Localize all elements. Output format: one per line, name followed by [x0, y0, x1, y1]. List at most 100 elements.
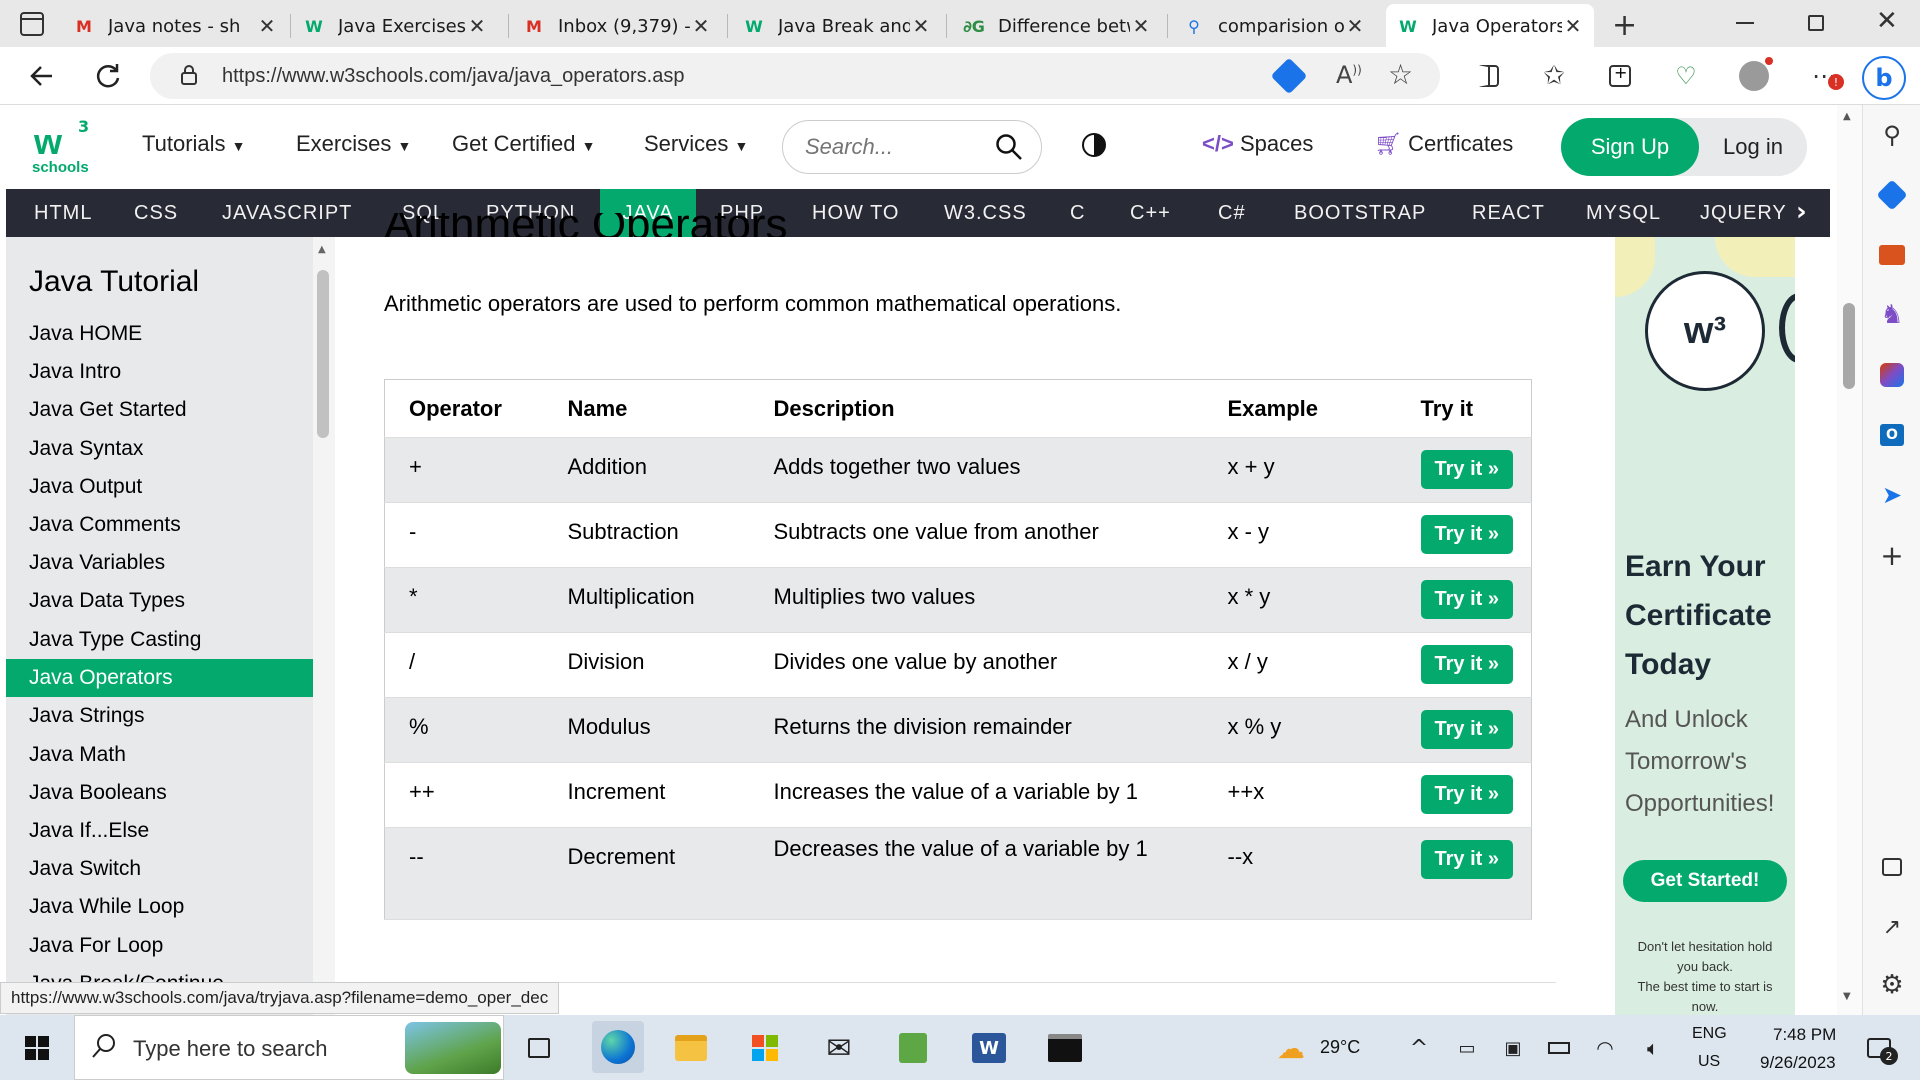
close-window-icon[interactable]: ✕	[1876, 6, 1898, 36]
dark-mode-icon[interactable]	[1082, 133, 1106, 157]
tab-java-notes[interactable]: M Java notes - sh ✕	[62, 6, 288, 46]
topic-javascript[interactable]: JAVASCRIPT	[198, 189, 376, 237]
exercises-menu[interactable]: Exercises ▼	[296, 131, 411, 157]
volume-icon[interactable]: 🔈︎	[1632, 1027, 1674, 1069]
tab-actions-icon[interactable]	[20, 12, 44, 36]
collections-icon[interactable]: +	[1600, 56, 1640, 96]
close-tab-icon[interactable]: ✕	[690, 14, 712, 38]
tab-inbox[interactable]: M Inbox (9,379) - ✕	[512, 6, 722, 46]
tutorials-menu[interactable]: Tutorials ▼	[142, 131, 246, 157]
topic-bootstrap[interactable]: BOOTSTRAP	[1270, 189, 1450, 237]
file-explorer-icon[interactable]	[670, 1027, 712, 1069]
task-view-icon[interactable]	[518, 1027, 560, 1069]
send-icon[interactable]: ➤	[1876, 479, 1908, 511]
topic-w3css[interactable]: W3.CSS	[920, 189, 1051, 237]
sidebar-item-java-booleans[interactable]: Java Booleans	[6, 774, 313, 812]
sidebar-item-java-data-types[interactable]: Java Data Types	[6, 582, 313, 620]
shopping-tag-icon[interactable]	[1876, 179, 1908, 211]
windows-start-icon[interactable]	[16, 1027, 58, 1069]
sidebar-item-java-math[interactable]: Java Math	[6, 736, 313, 774]
try-it-button[interactable]: Try it »	[1420, 645, 1513, 684]
topic-csharp[interactable]: C#	[1194, 189, 1270, 237]
try-it-button[interactable]: Try it »	[1420, 710, 1513, 749]
sidebar-item-java-while-loop[interactable]: Java While Loop	[6, 888, 313, 926]
input-region[interactable]: US	[1698, 1053, 1720, 1071]
clock-time[interactable]: 7:48 PM	[1773, 1025, 1836, 1045]
taskbar-search[interactable]: Type here to search	[74, 1015, 504, 1080]
close-tab-icon[interactable]: ✕	[256, 14, 278, 38]
notifications-icon[interactable]: 2	[1858, 1027, 1900, 1069]
services-menu[interactable]: Services ▼	[644, 131, 748, 157]
notepad-app-icon[interactable]	[892, 1027, 934, 1069]
word-icon[interactable]: W	[968, 1027, 1010, 1069]
add-icon[interactable]: +	[1876, 539, 1908, 572]
sidebar-toggle-icon[interactable]	[1876, 851, 1908, 883]
tab-java-exercises[interactable]: W Java Exercises ✕	[292, 6, 498, 46]
browser-essentials-icon[interactable]: ♡	[1666, 56, 1706, 96]
topic-cpp[interactable]: C++	[1106, 189, 1195, 237]
wifi-icon[interactable]: ◠	[1584, 1027, 1626, 1069]
try-it-button[interactable]: Try it »	[1420, 515, 1513, 554]
get-certified-menu[interactable]: Get Certified ▼	[452, 131, 595, 157]
sidebar-item-java-comments[interactable]: Java Comments	[6, 506, 313, 544]
games-icon[interactable]: ♞	[1876, 299, 1908, 331]
topic-css[interactable]: CSS	[110, 189, 202, 237]
sidebar-scroll-thumb[interactable]	[317, 270, 329, 438]
sidebar-item-java-syntax[interactable]: Java Syntax	[6, 430, 313, 468]
favorite-star-icon[interactable]: ☆	[1388, 58, 1413, 91]
minimize-icon[interactable]	[1736, 22, 1754, 24]
sidebar-item-java-type-casting[interactable]: Java Type Casting	[6, 621, 313, 659]
close-tab-icon[interactable]: ✕	[1562, 14, 1584, 38]
mail-icon[interactable]: ✉	[818, 1027, 860, 1069]
battery-icon[interactable]	[1538, 1027, 1580, 1069]
back-icon[interactable]	[22, 56, 62, 96]
sidebar-item-java-intro[interactable]: Java Intro	[6, 353, 313, 391]
lock-icon[interactable]	[180, 64, 198, 86]
more-options-icon[interactable]: ⋯!	[1804, 56, 1844, 96]
terminal-icon[interactable]	[1044, 1027, 1086, 1069]
scroll-up-arrow-icon[interactable]: ▲	[1843, 111, 1851, 122]
office-icon[interactable]	[1876, 359, 1908, 391]
read-aloud-icon[interactable]: A))	[1336, 61, 1362, 89]
tools-icon[interactable]	[1876, 239, 1908, 271]
microsoft-store-icon[interactable]	[744, 1027, 786, 1069]
edge-browser-icon[interactable]	[592, 1021, 644, 1073]
log-in-button[interactable]: Log in	[1699, 118, 1807, 176]
tab-comparision[interactable]: ⚲ comparision o ✕	[1172, 6, 1376, 46]
chevron-up-icon[interactable]: ^	[1398, 1027, 1440, 1069]
tab-java-break[interactable]: W Java Break and ✕	[732, 6, 942, 46]
topic-how-to[interactable]: HOW TO	[788, 189, 923, 237]
meet-now-icon[interactable]: ▭	[1446, 1027, 1488, 1069]
bing-copilot-icon[interactable]: b	[1862, 56, 1906, 100]
topic-mysql[interactable]: MYSQL	[1562, 189, 1685, 237]
sidebar-item-java-variables[interactable]: Java Variables	[6, 544, 313, 582]
spaces-link[interactable]: </> Spaces	[1202, 131, 1313, 157]
weather-icon[interactable]: ☁	[1270, 1027, 1312, 1069]
try-it-button[interactable]: Try it »	[1420, 450, 1513, 489]
sign-up-button[interactable]: Sign Up	[1561, 118, 1699, 176]
scroll-down-arrow-icon[interactable]: ▼	[1843, 991, 1851, 1002]
page-scrollbar[interactable]: ▲ ▼	[1837, 105, 1862, 1015]
sidebar-item-java-operators[interactable]: Java Operators	[6, 659, 313, 697]
sidebar-item-java-for-loop[interactable]: Java For Loop	[6, 927, 313, 965]
external-link-icon[interactable]: ↗	[1876, 911, 1908, 943]
favorites-icon[interactable]: ✩	[1534, 56, 1574, 96]
display-icon[interactable]: ▣	[1492, 1027, 1534, 1069]
sidebar-item-java-if-else[interactable]: Java If...Else	[6, 812, 313, 850]
new-tab-icon[interactable]: +	[1612, 8, 1637, 43]
close-tab-icon[interactable]: ✕	[466, 14, 488, 38]
topic-html[interactable]: HTML	[10, 189, 116, 237]
close-tab-icon[interactable]: ✕	[1344, 14, 1366, 38]
w3schools-logo[interactable]: w 3 schools	[30, 117, 94, 177]
tab-difference[interactable]: ∂G Difference betw ✕	[952, 6, 1162, 46]
profile-avatar[interactable]	[1734, 56, 1774, 96]
topic-c[interactable]: C	[1046, 189, 1109, 237]
sidebar-item-java-output[interactable]: Java Output	[6, 468, 313, 506]
certificate-ad[interactable]: w³ Earn Your Certificate Today And Unlock T…	[1615, 237, 1795, 1015]
sidebar-item-java-home[interactable]: Java HOME	[6, 315, 313, 353]
restore-icon[interactable]	[1808, 15, 1824, 31]
split-screen-icon[interactable]	[1468, 56, 1508, 96]
try-it-button[interactable]: Try it »	[1420, 775, 1513, 814]
sidebar-item-java-strings[interactable]: Java Strings	[6, 697, 313, 735]
price-tag-icon[interactable]	[1270, 57, 1308, 95]
